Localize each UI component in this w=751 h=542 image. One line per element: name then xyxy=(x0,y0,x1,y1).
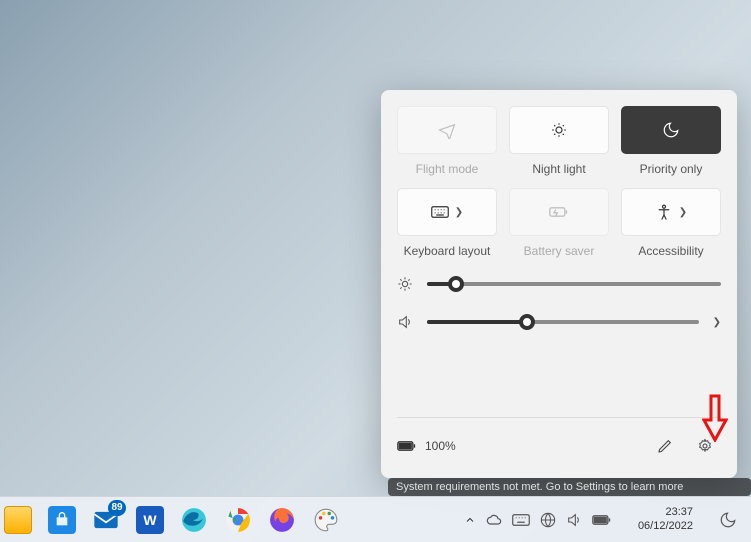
settings-button[interactable] xyxy=(689,430,721,462)
do-not-disturb-icon xyxy=(719,511,737,529)
system-requirements-banner[interactable]: System requirements not met. Go to Setti… xyxy=(388,478,751,496)
priority-only-tile[interactable] xyxy=(621,106,721,154)
night-light-tile[interactable] xyxy=(509,106,609,154)
brightness-row xyxy=(397,276,721,292)
battery-percentage[interactable]: 100% xyxy=(425,439,456,453)
firefox-app[interactable] xyxy=(268,506,296,534)
keyboard-layout-tile[interactable]: ❯ xyxy=(397,188,497,236)
flight-mode-tile[interactable] xyxy=(397,106,497,154)
volume-tray-icon[interactable] xyxy=(566,512,582,528)
slider-thumb[interactable] xyxy=(448,276,464,292)
store-icon xyxy=(54,512,70,528)
globe-icon[interactable] xyxy=(540,512,556,528)
airplane-icon xyxy=(438,121,456,139)
notifications-button[interactable] xyxy=(711,503,745,537)
flight-mode-label: Flight mode xyxy=(416,162,479,176)
brightness-icon xyxy=(397,276,413,292)
gear-icon xyxy=(697,438,713,454)
brightness-slider[interactable] xyxy=(427,282,721,286)
taskbar-clock[interactable]: 23:37 06/12/2022 xyxy=(630,502,701,536)
night-light-label: Night light xyxy=(532,162,585,176)
keyboard-layout-label: Keyboard layout xyxy=(404,244,491,258)
keyboard-icon xyxy=(431,205,449,219)
keyboard-tray-icon[interactable] xyxy=(512,513,530,527)
accessibility-icon xyxy=(655,203,673,221)
file-explorer-app[interactable] xyxy=(4,506,32,534)
battery-icon xyxy=(397,439,417,453)
banner-text: System requirements not met. Go to Setti… xyxy=(396,481,683,493)
quick-settings-tiles: Flight mode Night light Priority only ❯ … xyxy=(397,106,721,258)
quick-settings-footer: 100% xyxy=(397,417,721,462)
battery-saver-tile[interactable] xyxy=(509,188,609,236)
volume-icon xyxy=(397,314,413,330)
taskbar-right: 23:37 06/12/2022 xyxy=(456,502,751,536)
chrome-icon xyxy=(225,507,251,533)
mail-app[interactable]: 89 xyxy=(92,506,120,534)
mail-badge: 89 xyxy=(108,500,126,516)
edge-icon xyxy=(181,507,207,533)
quick-settings-panel: Flight mode Night light Priority only ❯ … xyxy=(381,90,737,478)
cloud-icon[interactable] xyxy=(486,512,502,528)
moon-icon xyxy=(662,121,680,139)
accessibility-tile[interactable]: ❯ xyxy=(621,188,721,236)
pencil-icon xyxy=(657,438,673,454)
battery-saver-icon xyxy=(549,205,569,219)
night-light-icon xyxy=(550,121,568,139)
edit-quick-settings-button[interactable] xyxy=(649,430,681,462)
taskbar-pinned-apps: 89 W xyxy=(0,506,340,534)
paint-app[interactable] xyxy=(312,506,340,534)
volume-flyout-chevron[interactable]: ❯ xyxy=(713,317,721,328)
clock-date: 06/12/2022 xyxy=(638,520,693,533)
volume-slider[interactable] xyxy=(427,320,699,324)
accessibility-label: Accessibility xyxy=(638,244,703,258)
battery-tray-icon[interactable] xyxy=(592,514,612,526)
firefox-icon xyxy=(269,507,295,533)
palette-icon xyxy=(313,507,339,533)
slider-thumb[interactable] xyxy=(519,314,535,330)
clock-time: 23:37 xyxy=(665,506,693,519)
edge-app[interactable] xyxy=(180,506,208,534)
chrome-app[interactable] xyxy=(224,506,252,534)
chevron-right-icon: ❯ xyxy=(679,207,687,218)
word-app[interactable]: W xyxy=(136,506,164,534)
priority-only-label: Priority only xyxy=(640,162,703,176)
chevron-up-icon[interactable] xyxy=(464,514,476,526)
battery-saver-label: Battery saver xyxy=(524,244,595,258)
taskbar: 89 W 23:37 06/12/2022 xyxy=(0,496,751,542)
chevron-right-icon: ❯ xyxy=(455,207,463,218)
volume-row: ❯ xyxy=(397,314,721,330)
system-tray[interactable] xyxy=(456,512,620,528)
microsoft-store-app[interactable] xyxy=(48,506,76,534)
